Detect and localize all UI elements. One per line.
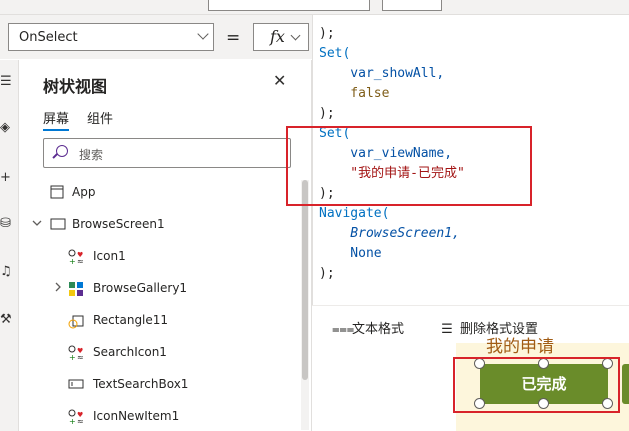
tree-view-panel: 树状视图 ✕ 屏幕 组件 搜索 App BrowseScreen1 ♥ + ≈ Ic…	[19, 60, 312, 431]
tree-item-label: SearchIcon1	[93, 345, 167, 359]
media-icon[interactable]: ♫	[0, 264, 12, 279]
search-input[interactable]: 搜索	[43, 138, 291, 168]
layers-icon[interactable]: ◈	[0, 120, 12, 135]
svg-text:+: +	[69, 257, 76, 265]
tree-item-label: Rectangle11	[93, 313, 169, 327]
tree-item-rectangle[interactable]: Rectangle11	[19, 307, 301, 335]
card-title: 我的申请	[486, 337, 554, 357]
scrollbar-thumb[interactable]	[302, 180, 308, 380]
tree-item-icon1[interactable]: ♥ + ≈ Icon1	[19, 243, 301, 271]
code-line: false	[319, 86, 390, 101]
code-line: None	[319, 246, 382, 261]
tree-item-textsearchbox[interactable]: TextSearchBox1	[19, 371, 301, 399]
tab-components[interactable]: 组件	[87, 108, 113, 127]
icon-control-icon: ♥ + ≈	[68, 409, 84, 426]
highlight-box	[453, 357, 620, 413]
tree-item-searchicon[interactable]: ♥ + ≈ SearchIcon1	[19, 339, 301, 367]
code-line: Set(	[319, 46, 351, 61]
screen-icon	[50, 217, 66, 231]
code-line: );	[319, 26, 335, 41]
database-icon[interactable]: ⛁	[0, 216, 12, 231]
toolbar-dropdown[interactable]	[382, 0, 442, 11]
gallery-icon	[68, 281, 84, 296]
format-icon: ⩶	[332, 322, 355, 337]
code-line: BrowseScreen1,	[319, 226, 460, 241]
fx-icon: fx	[270, 27, 285, 46]
tree-item-app[interactable]: App	[19, 179, 301, 207]
tree-item-iconnewitem[interactable]: ♥ + ≈ IconNewItem1	[19, 403, 301, 431]
tree-item-label: App	[72, 185, 96, 199]
tree-scrollbar[interactable]	[301, 180, 309, 430]
svg-text:≈: ≈	[77, 353, 84, 361]
editor-footer: ⩶文本格式 ☰ 删除格式设置	[312, 305, 629, 344]
tree-item-label: IconNewItem1	[93, 409, 180, 423]
close-icon[interactable]: ✕	[273, 71, 286, 90]
tools-icon[interactable]: ⚒	[0, 312, 12, 327]
code-line: var_showAll,	[319, 66, 445, 81]
plus-icon[interactable]: +	[0, 170, 12, 185]
search-placeholder: 搜索	[79, 148, 104, 162]
format-text-label: 文本格式	[352, 322, 405, 337]
fx-button[interactable]: fx	[253, 23, 309, 51]
top-toolbar	[0, 0, 629, 15]
search-icon	[56, 145, 68, 157]
menu-icon[interactable]: ☰	[0, 74, 12, 89]
format-text-button[interactable]: ⩶文本格式	[332, 318, 404, 337]
toolbar-input[interactable]	[208, 0, 370, 11]
svg-text:+: +	[69, 353, 76, 361]
svg-text:+: +	[69, 417, 76, 425]
equals-sign: =	[226, 28, 241, 48]
tree-item-label: Icon1	[93, 249, 126, 263]
list-icon: ☰	[441, 322, 453, 337]
highlight-box	[286, 126, 532, 206]
code-line: Navigate(	[319, 206, 390, 221]
text-input-icon	[68, 377, 84, 391]
code-line: );	[319, 106, 335, 121]
tree-item-browsescreen[interactable]: BrowseScreen1	[19, 211, 301, 239]
icon-control-icon: ♥ + ≈	[68, 249, 84, 266]
left-rail: ☰ ◈ + ⛁ ♫ ⚒	[0, 60, 19, 431]
property-value: OnSelect	[19, 30, 78, 45]
tree-item-label: BrowseGallery1	[93, 281, 188, 295]
chevron-down-icon[interactable]	[31, 217, 47, 231]
svg-text:≈: ≈	[77, 257, 84, 265]
icon-control-icon: ♥ + ≈	[68, 345, 84, 362]
svg-text:≈: ≈	[77, 417, 84, 425]
adjacent-button[interactable]	[622, 364, 629, 404]
shapes-icon	[68, 313, 84, 329]
tab-screens[interactable]: 屏幕	[43, 108, 70, 131]
chevron-down-icon	[197, 28, 209, 40]
tree-item-label: BrowseScreen1	[72, 217, 165, 231]
app-icon	[50, 185, 66, 199]
tree-item-browsegallery[interactable]: BrowseGallery1	[19, 275, 301, 303]
chevron-down-icon	[290, 30, 301, 41]
chevron-right-icon[interactable]	[52, 281, 68, 295]
formula-bar: OnSelect = fx	[0, 15, 312, 59]
code-line: );	[319, 266, 335, 281]
property-dropdown[interactable]: OnSelect	[8, 23, 214, 51]
tree-item-label: TextSearchBox1	[93, 377, 189, 391]
tree-title: 树状视图	[43, 77, 108, 96]
